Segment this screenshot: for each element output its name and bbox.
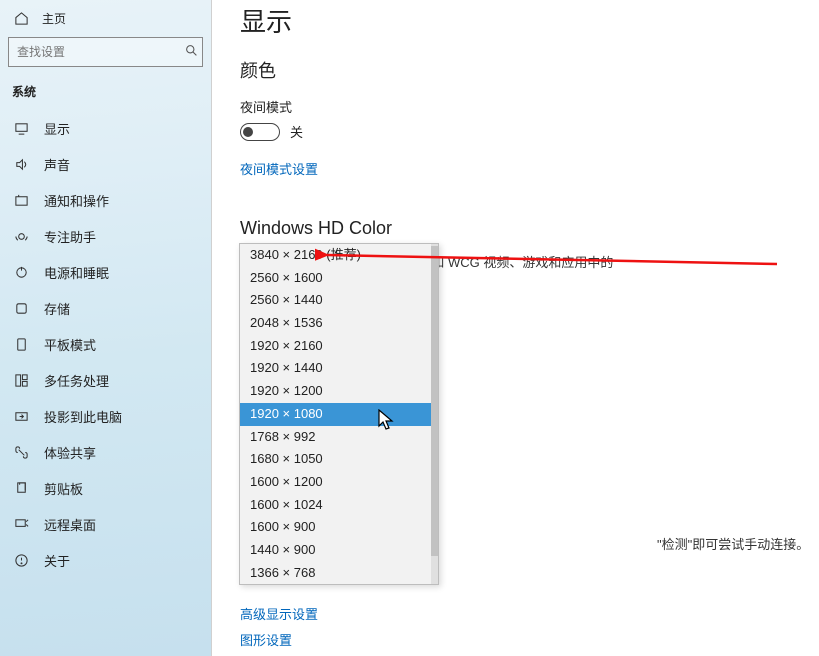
resolution-option[interactable]: 1920 × 1080 (240, 403, 438, 426)
settings-sidebar: 主页 系统 显示声音通知和操作专注助手电源和睡眠存储平板模式多任务处理投影到此电… (0, 0, 212, 656)
toggle-thumb (243, 127, 253, 137)
sidebar-item-icon (12, 337, 30, 352)
dropdown-scrollbar[interactable] (431, 244, 438, 584)
sidebar-item-icon (12, 553, 30, 568)
sidebar-item-label: 专注助手 (44, 227, 96, 246)
resolution-option[interactable]: 1920 × 2160 (240, 335, 438, 358)
sidebar-item-icon (12, 301, 30, 316)
sidebar-item[interactable]: 投影到此电脑 (0, 398, 211, 434)
home-label: 主页 (42, 10, 66, 27)
sidebar-item-label: 远程桌面 (44, 515, 96, 534)
resolution-option[interactable]: 2560 × 1600 (240, 267, 438, 290)
sidebar-item-icon (12, 121, 30, 136)
page-title: 显示 (240, 2, 819, 39)
section-color: 颜色 (240, 57, 819, 83)
search-icon (180, 44, 202, 60)
resolution-option[interactable]: 1768 × 992 (240, 426, 438, 449)
night-mode-toggle[interactable]: 关 (240, 122, 303, 141)
sidebar-item[interactable]: 显示 (0, 110, 211, 146)
sidebar-item-label: 存储 (44, 299, 70, 318)
sidebar-item-label: 显示 (44, 119, 70, 138)
sidebar-item[interactable]: 电源和睡眠 (0, 254, 211, 290)
sidebar-item-label: 通知和操作 (44, 191, 109, 210)
resolution-option[interactable]: 1600 × 1200 (240, 471, 438, 494)
advanced-display-link[interactable]: 高级显示设置 (240, 604, 318, 623)
sidebar-item[interactable]: 通知和操作 (0, 182, 211, 218)
scrollbar-thumb[interactable] (431, 246, 438, 556)
resolution-option[interactable]: 1920 × 1440 (240, 357, 438, 380)
search-input[interactable] (9, 38, 180, 66)
toggle-state: 关 (290, 122, 303, 141)
home-icon (12, 11, 30, 26)
resolution-option[interactable]: 1600 × 1024 (240, 494, 438, 517)
sidebar-item-icon (12, 193, 30, 208)
sidebar-item-icon (12, 265, 30, 280)
resolution-option[interactable]: 1440 × 900 (240, 539, 438, 562)
sidebar-item[interactable]: 体验共享 (0, 434, 211, 470)
sidebar-item[interactable]: 远程桌面 (0, 506, 211, 542)
sidebar-item-icon (12, 373, 30, 388)
sidebar-item-label: 多任务处理 (44, 371, 109, 390)
resolution-option[interactable]: 1366 × 768 (240, 562, 438, 585)
sidebar-item-icon (12, 409, 30, 424)
sidebar-item[interactable]: 剪贴板 (0, 470, 211, 506)
sidebar-item[interactable]: 关于 (0, 542, 211, 578)
sidebar-item[interactable]: 存储 (0, 290, 211, 326)
sidebar-item-icon (12, 229, 30, 244)
sidebar-item[interactable]: 专注助手 (0, 218, 211, 254)
resolution-option[interactable]: 1920 × 1200 (240, 380, 438, 403)
home-nav[interactable]: 主页 (0, 6, 211, 37)
sidebar-section-title: 系统 (0, 83, 211, 110)
sidebar-item-icon (12, 517, 30, 532)
resolution-option[interactable]: 2560 × 1440 (240, 289, 438, 312)
sidebar-item-label: 投影到此电脑 (44, 407, 122, 426)
sidebar-item-label: 剪贴板 (44, 479, 83, 498)
sidebar-item-label: 关于 (44, 551, 70, 570)
night-mode-settings-link[interactable]: 夜间模式设置 (240, 159, 819, 178)
resolution-dropdown[interactable]: 3840 × 2160 (推荐)2560 × 16002560 × 144020… (239, 243, 439, 585)
sidebar-item-icon (12, 481, 30, 496)
sidebar-item-icon (12, 157, 30, 172)
detect-hint-text: "检测"即可尝试手动连接。 (657, 534, 809, 553)
resolution-option[interactable]: 2048 × 1536 (240, 312, 438, 335)
sidebar-item-label: 平板模式 (44, 335, 96, 354)
resolution-option[interactable]: 1680 × 1050 (240, 448, 438, 471)
sidebar-item[interactable]: 平板模式 (0, 326, 211, 362)
night-mode-label: 夜间模式 (240, 97, 819, 116)
sidebar-item-icon (12, 445, 30, 460)
toggle-track (240, 123, 280, 141)
sidebar-item[interactable]: 声音 (0, 146, 211, 182)
sidebar-item-label: 体验共享 (44, 443, 96, 462)
graphics-settings-link[interactable]: 图形设置 (240, 630, 292, 649)
sidebar-item[interactable]: 多任务处理 (0, 362, 211, 398)
resolution-option[interactable]: 1600 × 900 (240, 516, 438, 539)
sidebar-item-label: 电源和睡眠 (44, 263, 109, 282)
section-hd-color: Windows HD Color (240, 218, 819, 239)
search-box[interactable] (8, 37, 203, 67)
resolution-option[interactable]: 3840 × 2160 (推荐) (240, 244, 438, 267)
sidebar-item-label: 声音 (44, 155, 70, 174)
